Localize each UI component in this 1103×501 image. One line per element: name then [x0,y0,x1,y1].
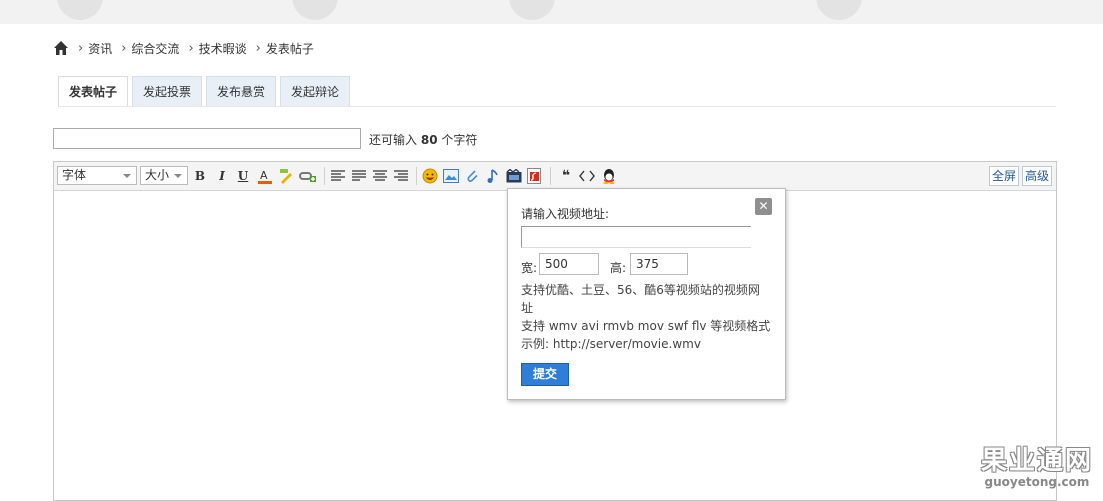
video-icon[interactable] [505,167,523,185]
flash-icon[interactable] [525,167,543,185]
nav-icon-circle[interactable] [816,0,862,20]
chevron-right-icon: › [121,40,127,56]
top-bar [0,0,1103,24]
advanced-button[interactable]: 高级 [1022,166,1053,186]
chevron-down-icon [123,174,131,178]
close-icon[interactable]: ✕ [755,198,772,215]
qq-icon[interactable] [600,167,618,185]
breadcrumb-current: 发表帖子 [265,41,314,56]
desc-example: 示例: http://server/movie.wmv [521,337,701,351]
tab-debate[interactable]: 发起辩论 [280,76,351,106]
svg-text:A: A [260,169,268,182]
watermark-logo-text: 果业通网 [980,446,1093,476]
link-icon[interactable] [299,167,317,185]
bold-button[interactable]: B [191,167,209,185]
toolbar-divider [416,167,417,185]
watermark: 果业通网 guoyetong.com [981,447,1093,489]
breadcrumb-item[interactable]: 资讯 [88,40,112,57]
hint-prefix: 还可输入 [369,133,418,147]
nav-icon-circle[interactable] [292,0,338,20]
post-type-tabs: 发表帖子 发起投票 发布悬赏 发起辩论 [58,76,354,107]
width-input[interactable]: 500 [539,253,599,275]
attachment-icon[interactable] [463,167,481,185]
tab-poll[interactable]: 发起投票 [132,76,203,106]
toolbar-divider [550,167,551,185]
tab-reward[interactable]: 发布悬赏 [206,76,277,106]
nav-icon-circle[interactable] [509,0,555,20]
font-select-label: 字体 [62,168,87,182]
submit-button[interactable]: 提交 [521,363,569,386]
breadcrumb: › 资讯 › 综合交流 › 技术暇谈 › 发表帖子 [53,38,314,58]
align-right-icon[interactable] [392,167,410,185]
video-insert-dialog: 请输入视频地址: ✕ 宽: 500 高: 375 支持优酷、土豆、56、酷6等视… [507,188,786,400]
font-size-select[interactable]: 大小 [140,166,188,185]
editor-toolbar: 字体 大小 B I U A ❝ 全屏 高级 [54,162,1056,191]
chevron-down-icon [174,174,182,178]
fullscreen-button[interactable]: 全屏 [989,166,1020,186]
chevron-right-icon: › [255,40,261,56]
align-center-icon[interactable] [371,167,389,185]
highlight-icon[interactable] [278,167,296,185]
subject-char-hint: 还可输入 80 个字符 [369,131,477,148]
image-icon[interactable] [442,167,460,185]
chevron-right-icon: › [78,40,84,56]
tab-divider [58,106,1056,107]
italic-button[interactable]: I [213,167,231,185]
underline-button[interactable]: U [234,167,252,185]
subject-input[interactable] [53,128,361,149]
dialog-title: 请输入视频地址: [521,207,610,221]
music-icon[interactable] [484,167,502,185]
width-label: 宽: [521,261,538,275]
height-label: 高: [610,261,627,275]
breadcrumb-item[interactable]: 综合交流 [131,40,179,57]
desc-supported-sites: 支持优酷、土豆、56、酷6等视频站的视频网址 [521,283,760,315]
height-input[interactable]: 375 [630,253,688,275]
video-url-input[interactable] [521,226,751,248]
hint-count: 80 [420,133,438,147]
breadcrumb-item[interactable]: 技术暇谈 [199,40,247,57]
nav-icon-circle[interactable] [57,0,103,20]
home-icon[interactable] [53,40,69,56]
smiley-icon[interactable] [421,167,439,185]
watermark-url: guoyetong.com [984,475,1090,489]
font-color-icon[interactable]: A [256,167,274,185]
chevron-right-icon: › [188,40,194,56]
quote-icon[interactable]: ❝ [557,167,575,185]
align-left-icon[interactable] [329,167,347,185]
font-family-select[interactable]: 字体 [57,166,137,185]
code-icon[interactable] [578,167,596,185]
dialog-description: 支持优酷、土豆、56、酷6等视频站的视频网址 支持 wmv avi rmvb m… [521,281,771,353]
desc-supported-formats: 支持 wmv avi rmvb mov swf flv 等视频格式 [521,319,771,333]
size-select-label: 大小 [145,168,170,182]
toolbar-divider [324,167,325,185]
tab-post[interactable]: 发表帖子 [58,76,129,107]
hint-suffix: 个字符 [441,133,478,147]
align-justify-icon[interactable] [350,167,368,185]
